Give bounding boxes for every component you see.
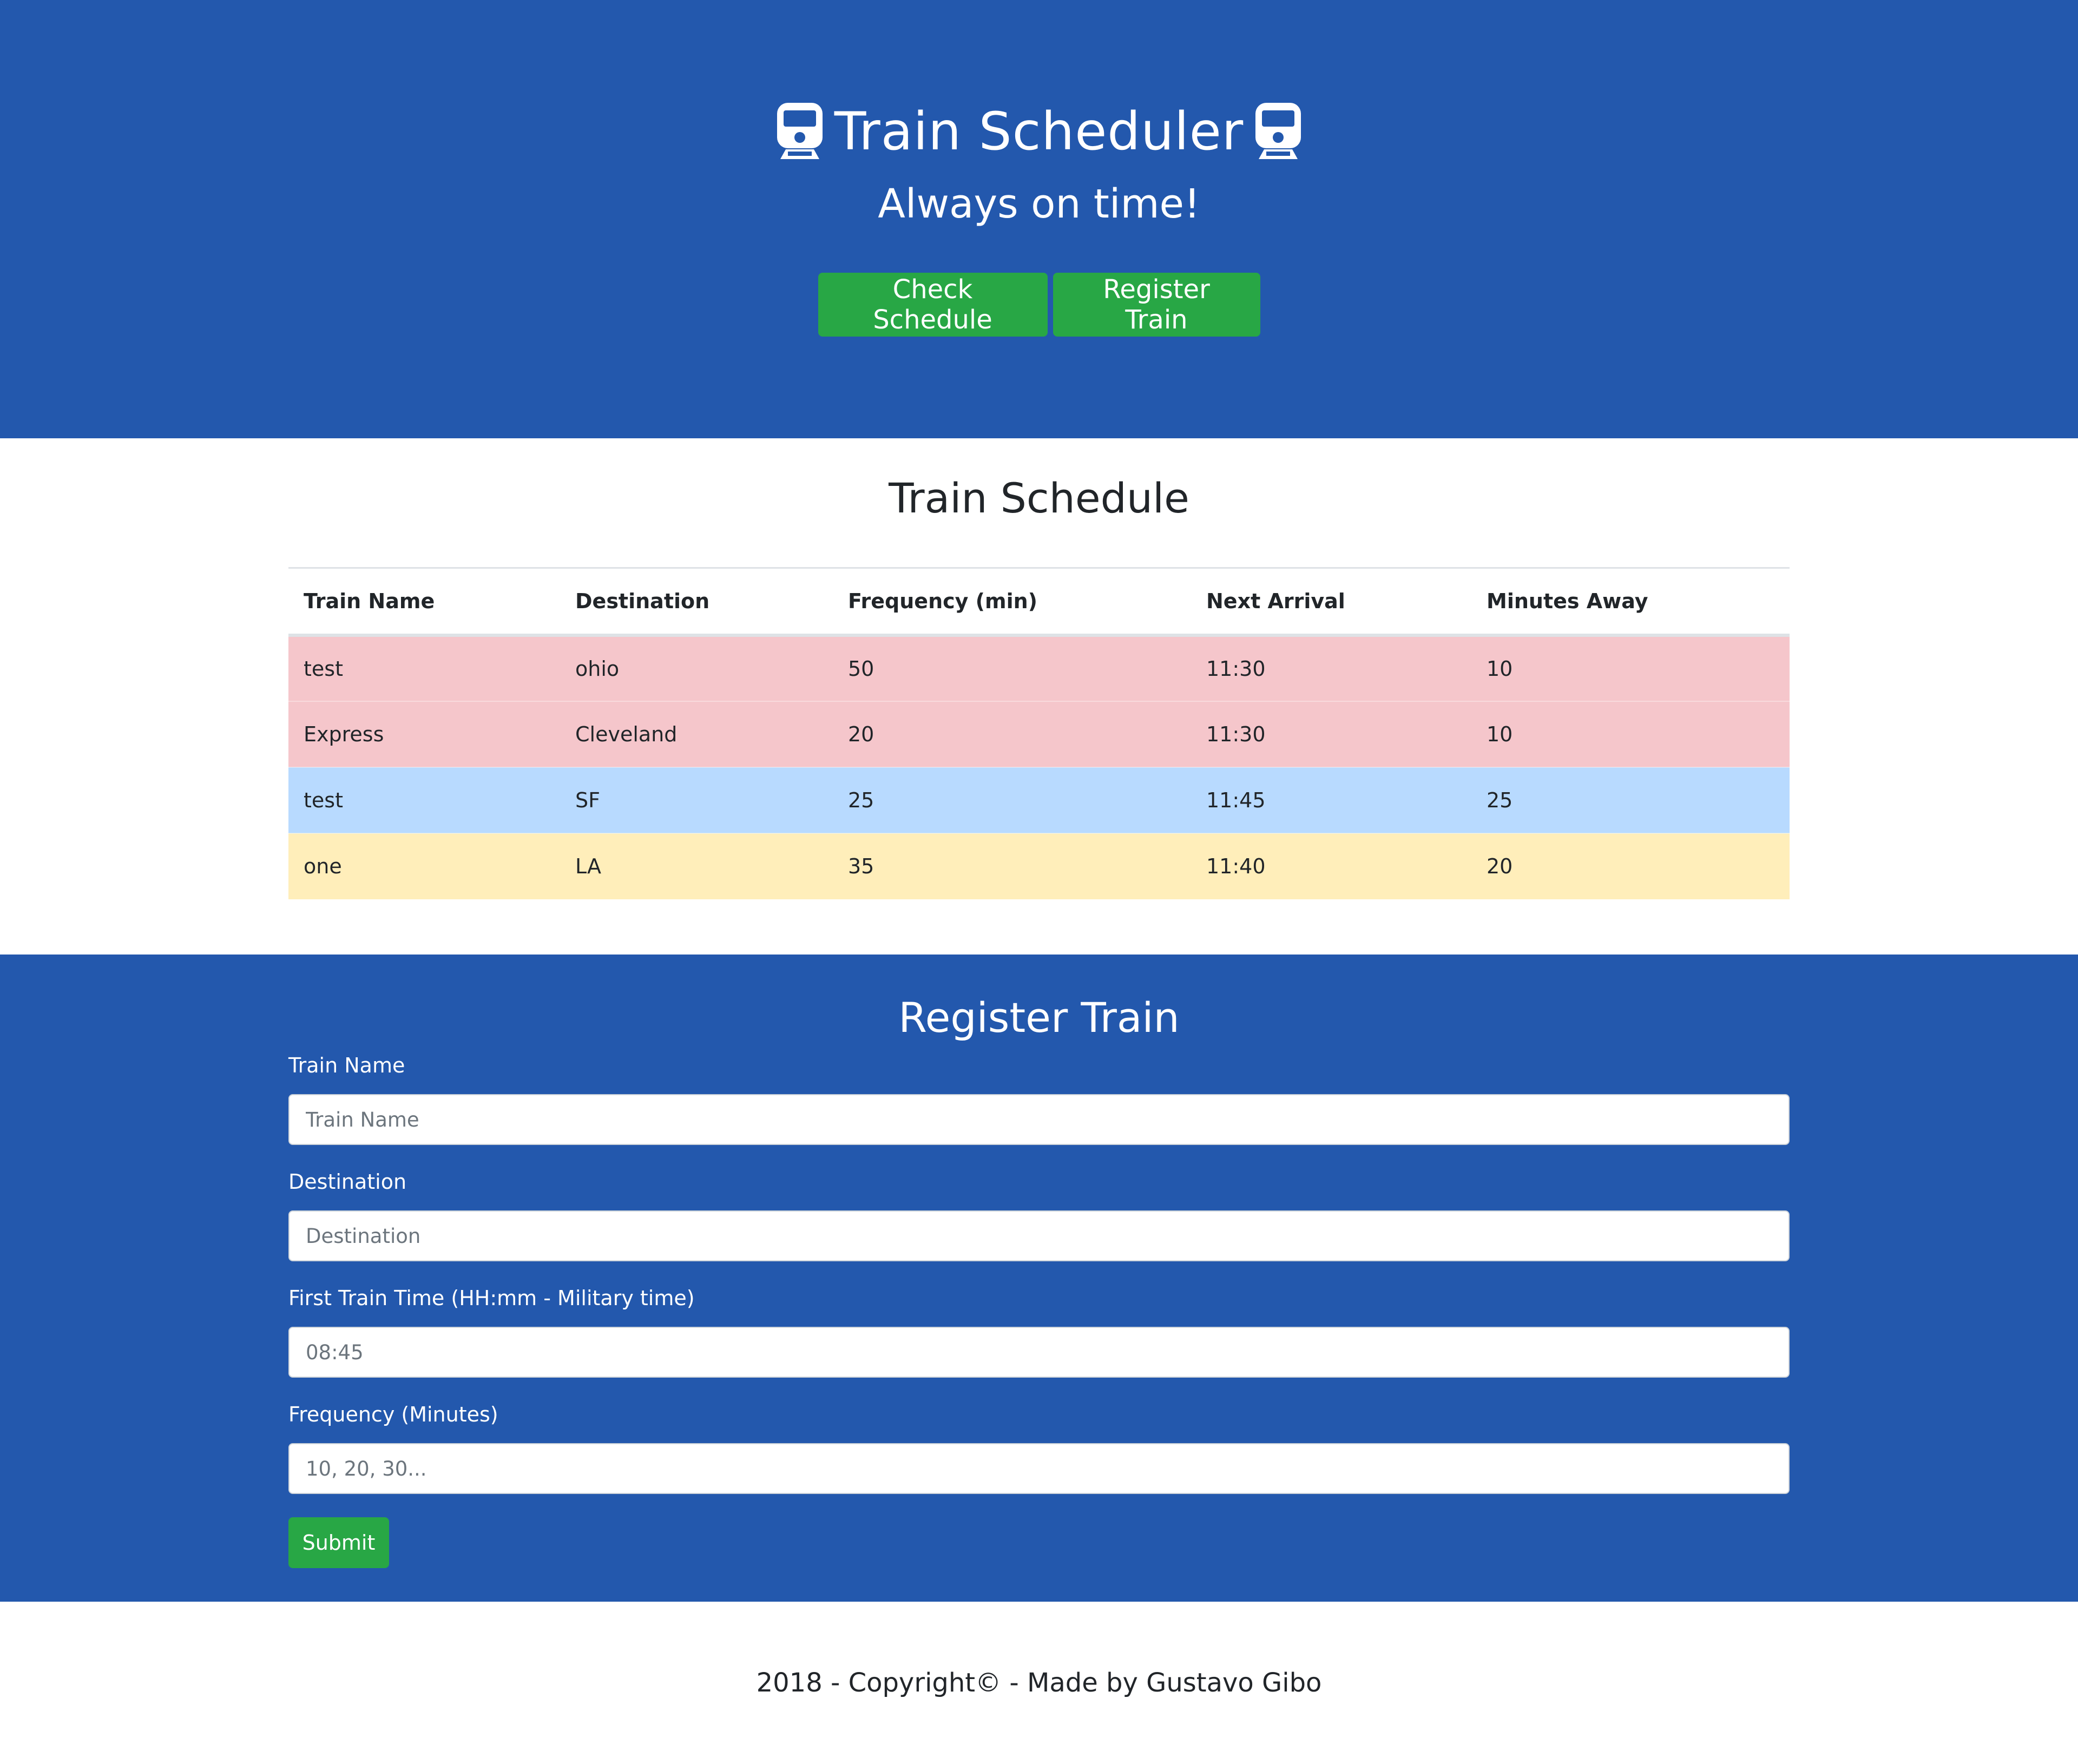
cell-destination: SF <box>575 788 600 812</box>
schedule-table-head: Train Name Destination Frequency (min) N… <box>288 568 1790 635</box>
page-title: Train Scheduler <box>0 96 2078 167</box>
page-subtitle: Always on time! <box>878 181 1200 227</box>
column-header-minutes-away: Minutes Away <box>1487 589 1648 613</box>
hero-button-group: Check Schedule Register Train <box>0 273 2078 337</box>
check-schedule-button[interactable]: Check Schedule <box>818 273 1048 337</box>
first-train-time-input[interactable] <box>288 1327 1790 1378</box>
cell-destination: Cleveland <box>575 722 678 746</box>
destination-label: Destination <box>288 1170 407 1194</box>
cell-destination: LA <box>575 854 602 878</box>
column-header-next-arrival: Next Arrival <box>1206 589 1345 613</box>
cell-frequency: 20 <box>848 722 874 746</box>
table-row: test ohio 50 11:30 10 <box>288 635 1790 701</box>
register-title: Register Train <box>898 993 1180 1042</box>
footer-copyright: 2018 - Copyright© - Made by Gustavo Gibo <box>756 1668 1322 1698</box>
column-header-train-name: Train Name <box>304 589 435 613</box>
cell-next-arrival: 11:45 <box>1206 788 1266 812</box>
frequency-label: Frequency (Minutes) <box>288 1403 498 1426</box>
cell-train-name: Express <box>304 722 384 746</box>
train-name-input[interactable] <box>288 1094 1790 1145</box>
cell-destination: ohio <box>575 656 620 681</box>
first-train-time-label: First Train Time (HH:mm - Military time) <box>288 1286 695 1310</box>
destination-input[interactable] <box>288 1210 1790 1261</box>
schedule-table: Train Name Destination Frequency (min) N… <box>288 567 1790 899</box>
cell-minutes-away: 25 <box>1487 788 1513 812</box>
cell-train-name: one <box>304 854 342 878</box>
submit-button[interactable]: Submit <box>288 1517 389 1568</box>
cell-train-name: test <box>304 788 343 812</box>
cell-frequency: 25 <box>848 788 874 812</box>
frequency-input[interactable] <box>288 1443 1790 1494</box>
train-icon <box>1252 103 1304 160</box>
page-title-text: Train Scheduler <box>834 101 1244 162</box>
register-section: Register Train Train Name Destination Fi… <box>0 955 2078 1602</box>
table-row: test SF 25 11:45 25 <box>288 767 1790 833</box>
table-row: one LA 35 11:40 20 <box>288 833 1790 899</box>
cell-frequency: 50 <box>848 656 874 681</box>
cell-minutes-away: 10 <box>1487 656 1513 681</box>
cell-minutes-away: 20 <box>1487 854 1513 878</box>
register-train-button[interactable]: Register Train <box>1053 273 1260 337</box>
cell-train-name: test <box>304 656 343 681</box>
header-jumbotron: Train Scheduler Always on time! Check Sc… <box>0 0 2078 438</box>
cell-minutes-away: 10 <box>1487 722 1513 746</box>
column-header-frequency: Frequency (min) <box>848 589 1038 613</box>
table-row: Express Cleveland 20 11:30 10 <box>288 701 1790 767</box>
train-icon <box>774 103 826 160</box>
schedule-title: Train Schedule <box>889 474 1189 522</box>
cell-next-arrival: 11:40 <box>1206 854 1266 878</box>
train-name-label: Train Name <box>288 1054 405 1077</box>
cell-frequency: 35 <box>848 854 874 878</box>
cell-next-arrival: 11:30 <box>1206 722 1266 746</box>
cell-next-arrival: 11:30 <box>1206 656 1266 681</box>
table-header-row: Train Name Destination Frequency (min) N… <box>288 568 1790 635</box>
column-header-destination: Destination <box>575 589 710 613</box>
schedule-table-body: test ohio 50 11:30 10 Express Cleveland … <box>288 635 1790 899</box>
